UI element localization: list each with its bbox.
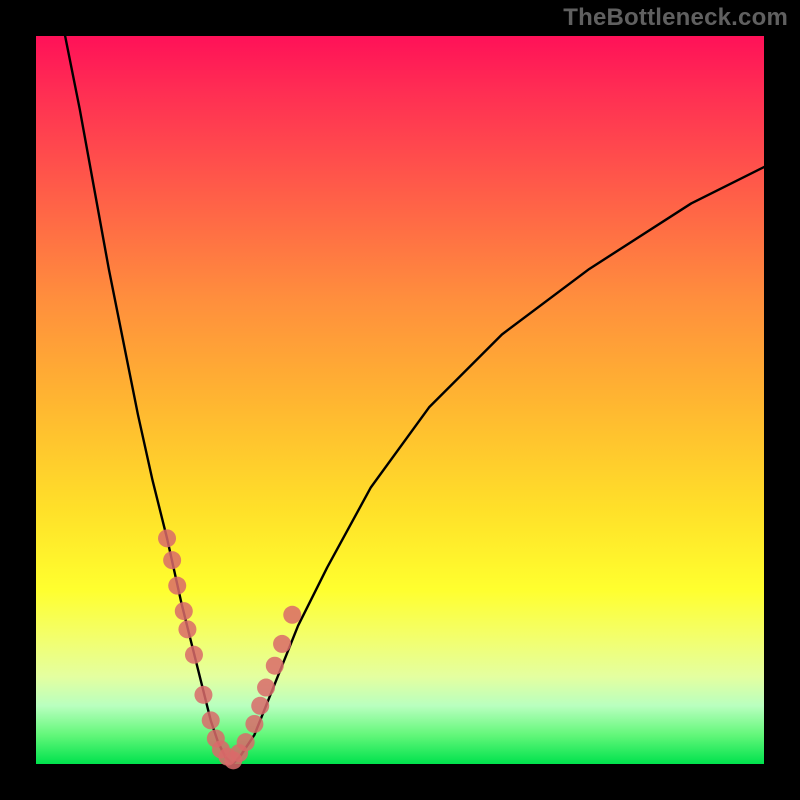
highlight-marker (168, 577, 186, 595)
highlight-marker (163, 551, 181, 569)
highlight-marker (283, 606, 301, 624)
highlight-markers (158, 529, 301, 769)
highlight-marker (273, 635, 291, 653)
bottleneck-curve (65, 36, 764, 764)
highlight-marker (266, 657, 284, 675)
watermark-text: TheBottleneck.com (563, 4, 788, 32)
highlight-marker (251, 697, 269, 715)
plot-area (36, 36, 764, 764)
highlight-marker (185, 646, 203, 664)
chart-frame: TheBottleneck.com (0, 0, 800, 800)
highlight-marker (178, 620, 196, 638)
highlight-marker (257, 679, 275, 697)
highlight-marker (202, 711, 220, 729)
highlight-marker (175, 602, 193, 620)
highlight-marker (194, 686, 212, 704)
highlight-marker (245, 715, 263, 733)
highlight-marker (158, 529, 176, 547)
highlight-marker (237, 733, 255, 751)
curve-svg (36, 36, 764, 764)
